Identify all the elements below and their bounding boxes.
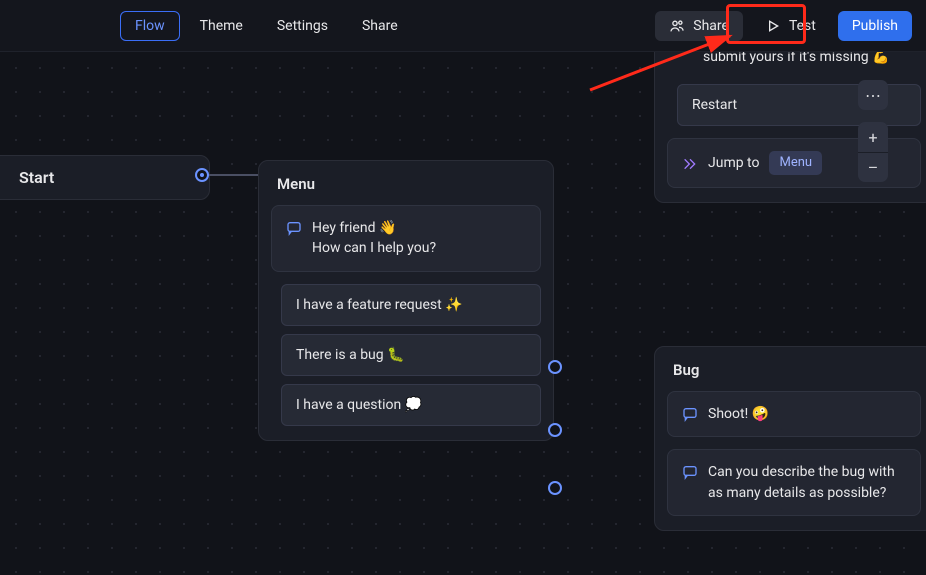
tab-share[interactable]: Share [348,12,412,40]
jump-target-chip: Menu [769,151,822,176]
message-block[interactable]: Hey friend 👋 How can I help you? [271,205,541,272]
chat-icon [286,220,302,236]
port-start-out[interactable] [195,168,209,182]
play-icon [765,18,781,34]
more-button[interactable]: ⋯ [858,80,888,110]
node-bug[interactable]: Bug Shoot! 🤪 Can you describe the bug wi… [654,346,926,531]
publish-button-label: Publish [852,18,898,34]
test-button[interactable]: Test [751,11,830,41]
chat-icon [682,464,698,480]
share-button[interactable]: Share [655,11,743,41]
choice-block: I have a feature request ✨ There is a bu… [271,284,541,426]
zoom-control: + – [858,122,888,182]
canvas-controls: ⋯ + – [858,80,888,182]
chat-icon [682,406,698,422]
tab-settings[interactable]: Settings [263,12,342,40]
tab-theme[interactable]: Theme [186,12,257,40]
node-start[interactable]: Start [0,155,210,200]
share-button-label: Share [693,18,729,34]
tab-group: Flow Theme Settings Share [120,11,412,41]
jump-label: Jump to [708,153,759,173]
message-block[interactable]: Can you describe the bug with as many de… [667,449,921,516]
top-bar: Flow Theme Settings Share Share Test Pub… [0,0,926,52]
message-block[interactable]: Shoot! 🤪 [667,391,921,437]
node-menu-title: Menu [259,161,553,205]
node-start-title: Start [19,168,54,187]
fast-forward-icon [682,156,698,172]
tab-flow[interactable]: Flow [120,11,180,41]
port-menu-choice3[interactable] [548,481,562,495]
node-menu[interactable]: Menu Hey friend 👋 How can I help you? I … [258,160,554,441]
message-text: Shoot! 🤪 [708,404,769,424]
choice-item[interactable]: There is a bug 🐛 [281,334,541,376]
message-text: Can you describe the bug with as many de… [708,462,906,503]
publish-button[interactable]: Publish [838,11,912,41]
port-menu-choice1[interactable] [548,360,562,374]
flow-canvas[interactable]: ⋯ + – Start Menu Hey friend 👋 How can I … [0,52,926,575]
people-icon [669,18,685,34]
zoom-out-button[interactable]: – [858,152,888,182]
message-text: Hey friend 👋 How can I help you? [312,218,436,259]
choice-item[interactable]: I have a feature request ✨ [281,284,541,326]
test-button-label: Test [789,18,816,34]
choice-item[interactable]: I have a question 💭 [281,384,541,426]
message-text-continued: existing feature requests and submit you… [667,52,921,72]
port-menu-choice2[interactable] [548,423,562,437]
zoom-in-button[interactable]: + [858,122,888,152]
node-bug-title: Bug [655,347,926,391]
